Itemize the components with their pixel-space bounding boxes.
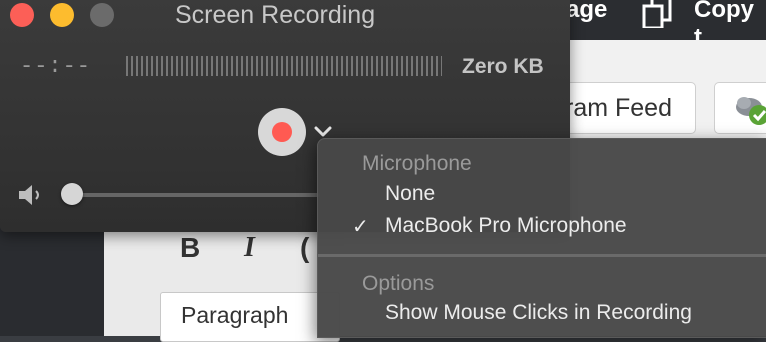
menu-item-microphone-none[interactable]: None (318, 182, 766, 212)
partial-toolbar-button[interactable]: ( (300, 232, 309, 264)
zoom-button[interactable] (90, 3, 114, 27)
panel-title: Screen Recording (175, 1, 376, 29)
menu-separator (318, 254, 766, 257)
record-button[interactable] (258, 108, 306, 156)
record-icon (272, 122, 292, 142)
speaker-icon (19, 185, 39, 205)
audio-level-meter (126, 56, 442, 76)
microphone-section-header: Microphone (362, 152, 472, 175)
menu-item-label: Show Mouse Clicks in Recording (385, 301, 692, 324)
menu-item-label: None (385, 182, 436, 205)
feed-button[interactable]: ram Feed (560, 82, 696, 134)
menu-item-label: MacBook Pro Microphone (385, 214, 627, 237)
copy-icon[interactable] (642, 0, 678, 28)
italic-button[interactable]: I (244, 232, 255, 264)
volume-slider[interactable] (72, 193, 320, 197)
file-size: Zero KB (462, 55, 544, 78)
options-menu: Microphone None ✓ MacBook Pro Microphone… (317, 138, 766, 338)
cloud-check-icon (736, 97, 766, 125)
extension-button[interactable] (714, 82, 766, 134)
minimize-button[interactable] (50, 3, 74, 27)
bold-button[interactable]: B (180, 232, 200, 264)
options-section-header: Options (362, 272, 435, 295)
menu-item-show-mouse-clicks[interactable]: Show Mouse Clicks in Recording (318, 301, 766, 331)
close-button[interactable] (10, 3, 34, 27)
volume-slider-knob[interactable] (61, 183, 83, 205)
paragraph-format-select[interactable]: Paragraph (160, 292, 340, 342)
menu-item-macbook-pro-microphone[interactable]: ✓ MacBook Pro Microphone (318, 214, 766, 244)
background-toolbar-text: age (566, 0, 608, 23)
checkmark-icon: ✓ (352, 216, 369, 238)
time-readout: --:-- (20, 54, 92, 79)
